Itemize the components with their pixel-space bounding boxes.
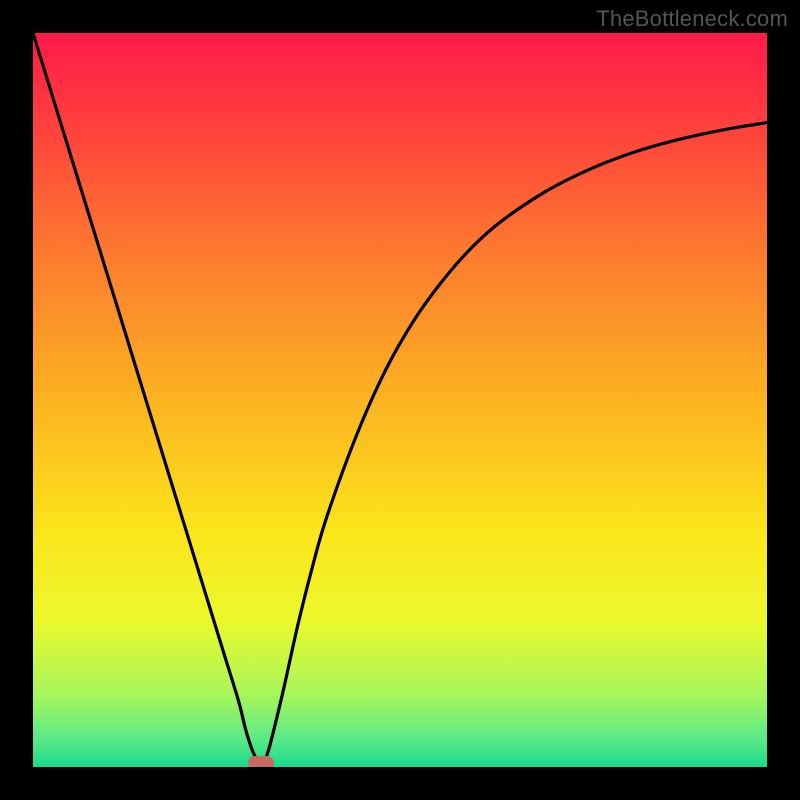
trough-marker-icon [248, 756, 274, 767]
chart-svg [33, 33, 767, 767]
gradient-background [33, 33, 767, 767]
chart-frame: TheBottleneck.com [0, 0, 800, 800]
watermark-text: TheBottleneck.com [596, 6, 788, 32]
plot-area [33, 33, 767, 767]
